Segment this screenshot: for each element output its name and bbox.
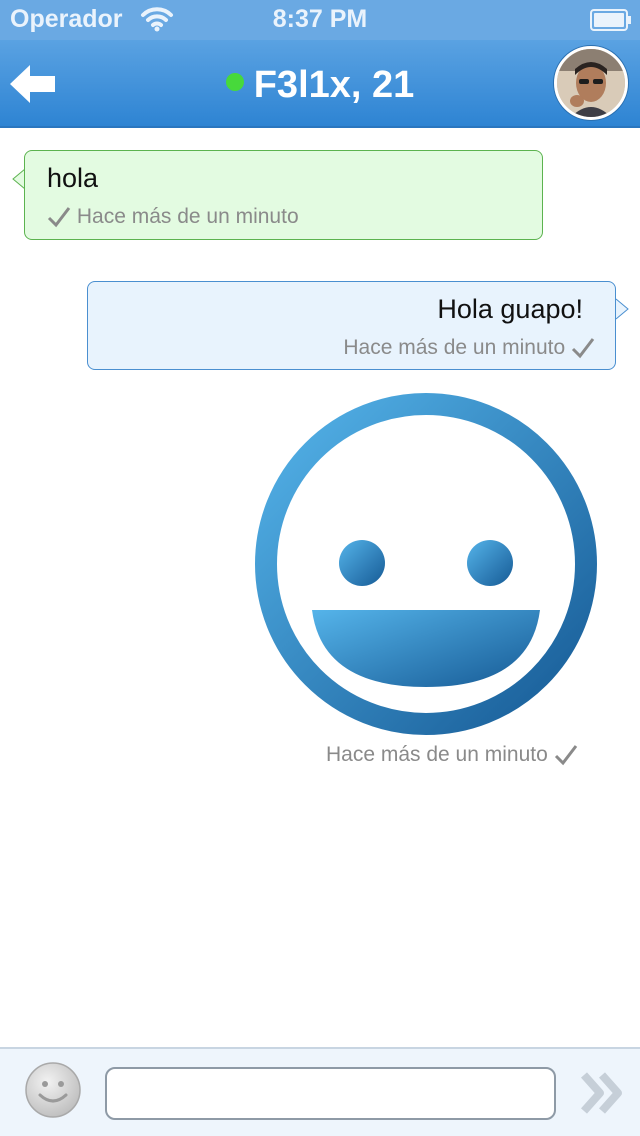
checkmark-icon — [554, 745, 577, 766]
message-timestamp: Hace más de un minuto — [326, 743, 548, 766]
message-timestamp: Hace más de un minuto — [76, 205, 299, 228]
clock: 8:37 PM — [272, 5, 368, 33]
message-timestamp-row: Hace más de un minuto — [326, 743, 578, 767]
avatar[interactable] — [554, 46, 628, 120]
message-text: Hola guapo! — [437, 294, 583, 324]
online-indicator — [225, 72, 244, 91]
smiley-face-icon[interactable] — [24, 1061, 82, 1119]
message-input[interactable] — [105, 1067, 556, 1120]
message-timestamp-row: Hace más de un minuto — [47, 205, 299, 229]
checkmark-icon — [47, 207, 71, 228]
contact-title: F3l1x, 21 — [0, 64, 640, 107]
double-chevron-right-icon[interactable] — [580, 1071, 628, 1115]
contact-name: F3l1x, 21 — [253, 64, 415, 106]
battery-icon — [590, 9, 631, 31]
user-avatar-icon — [557, 49, 625, 117]
message-text: hola — [47, 163, 99, 193]
nav-bar: F3l1x, 21 — [0, 40, 640, 128]
incoming-message-bubble[interactable]: hola Hace más de un minuto — [24, 150, 543, 240]
status-bar: Operador 8:37 PM — [0, 0, 640, 40]
outgoing-bubble-tail — [615, 298, 629, 320]
checkmark-icon — [571, 338, 595, 359]
composer-bar — [0, 1047, 640, 1136]
message-timestamp-row: Hace más de un minuto — [343, 336, 595, 360]
big-smiley-sticker[interactable] — [254, 392, 598, 736]
outgoing-message-bubble[interactable]: Hola guapo! Hace más de un minuto — [87, 281, 616, 370]
message-timestamp: Hace más de un minuto — [343, 336, 566, 359]
